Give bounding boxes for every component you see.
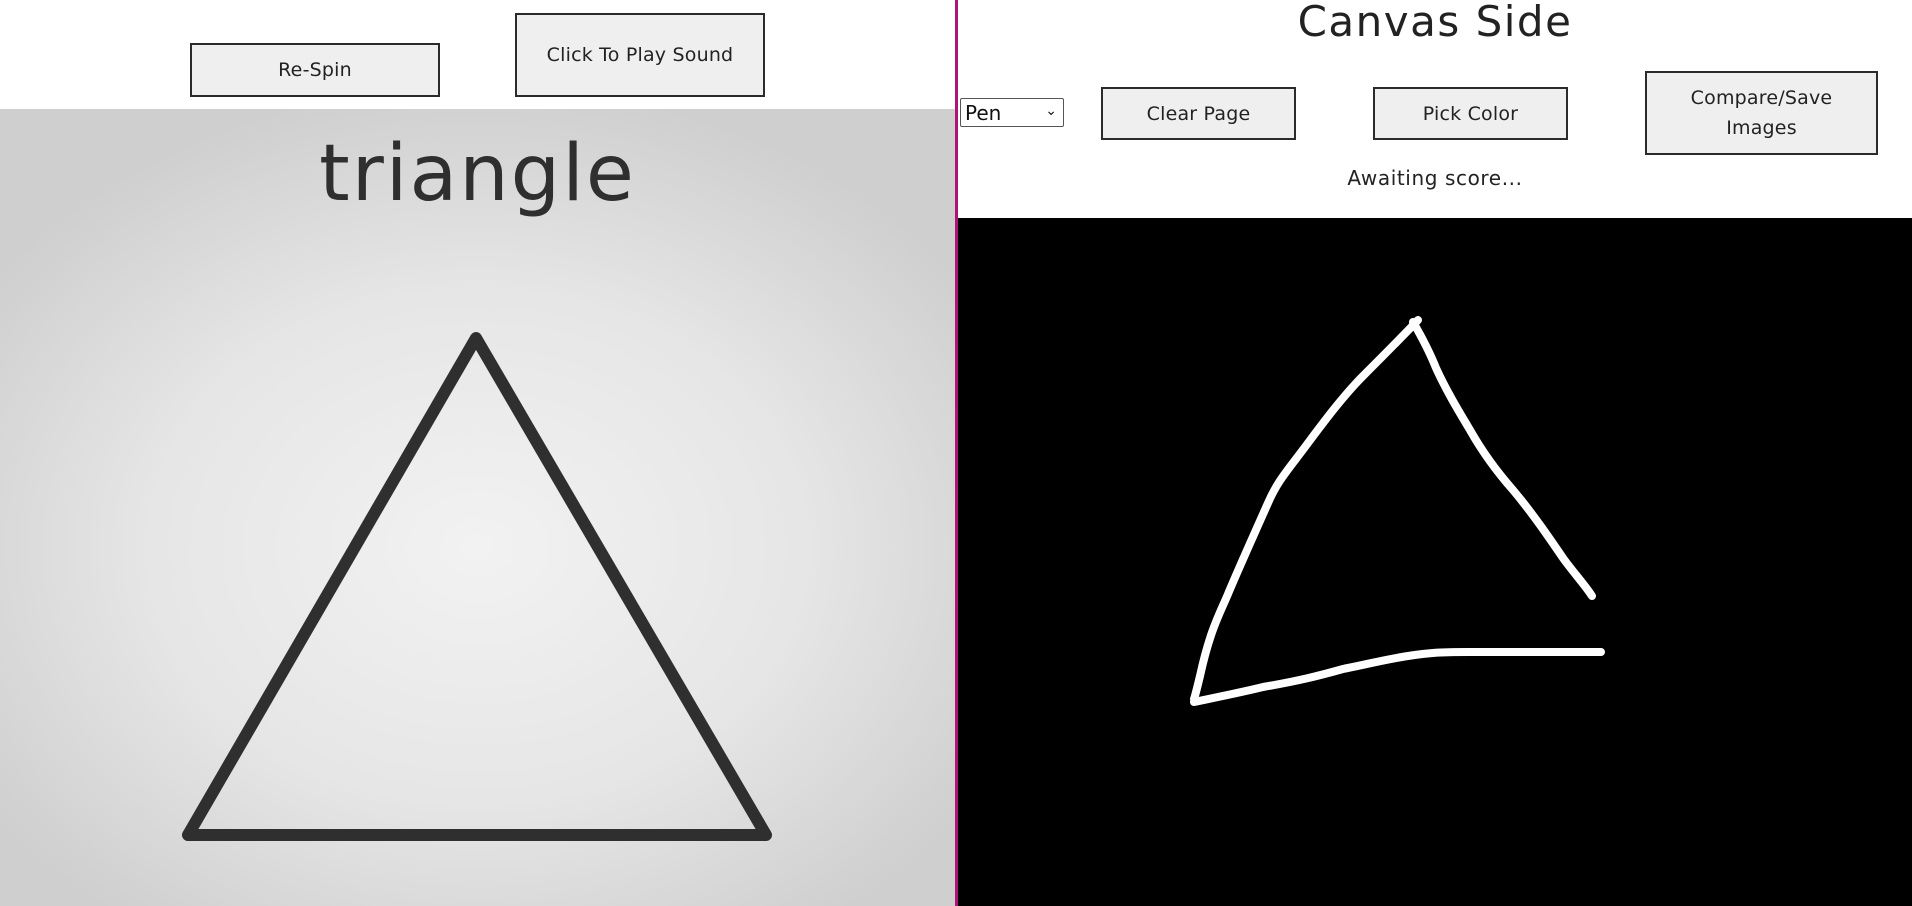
reference-image: triangle: [0, 109, 955, 906]
play-sound-button[interactable]: Click To Play Sound: [515, 13, 765, 97]
canvas-panel: Canvas Side Pen ⌄ Clear Page Pick Color …: [958, 0, 1912, 906]
reference-controls: Re-Spin Click To Play Sound: [0, 0, 955, 109]
reference-panel: Re-Spin Click To Play Sound triangle: [0, 0, 955, 906]
score-status: Awaiting score...: [1347, 166, 1523, 190]
compare-save-button[interactable]: Compare/Save Images: [1645, 71, 1878, 155]
hand-drawn-triangle: [1190, 316, 1605, 706]
drawing-canvas[interactable]: [958, 218, 1912, 906]
pick-color-button[interactable]: Pick Color: [1373, 87, 1568, 140]
chevron-down-icon: ⌄: [1045, 103, 1057, 119]
clear-page-button[interactable]: Clear Page: [1101, 87, 1296, 140]
reference-triangle: [182, 332, 772, 841]
tool-select[interactable]: Pen ⌄: [960, 98, 1064, 127]
canvas-title: Canvas Side: [1297, 0, 1573, 46]
respin-button[interactable]: Re-Spin: [190, 43, 440, 97]
tool-select-value: Pen: [965, 100, 1002, 125]
